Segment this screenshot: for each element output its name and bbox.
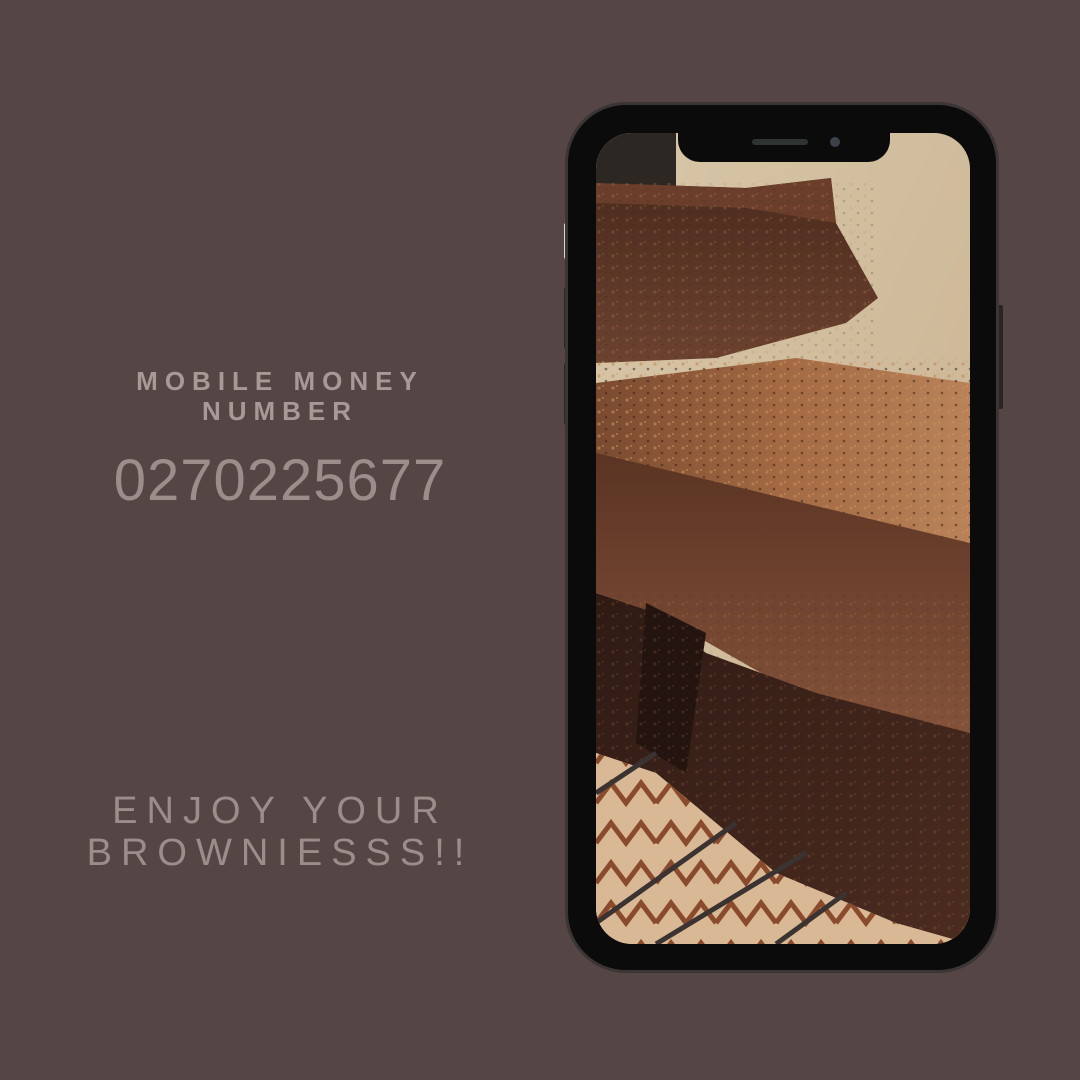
- phone-screen: [596, 133, 970, 944]
- earpiece-speaker: [752, 139, 808, 145]
- mobile-money-number: 0270225677: [113, 448, 447, 513]
- brownies-photo: [596, 133, 970, 944]
- phone-body: [568, 105, 996, 970]
- front-camera: [830, 137, 840, 147]
- phone-notch: [678, 130, 890, 162]
- power-button: [997, 305, 1003, 409]
- mobile-money-label: MOBILE MONEY NUMBER: [136, 366, 424, 426]
- phone-mockup: [560, 105, 1005, 970]
- closing-message: ENJOY YOUR BROWNIESSS!!: [86, 790, 474, 874]
